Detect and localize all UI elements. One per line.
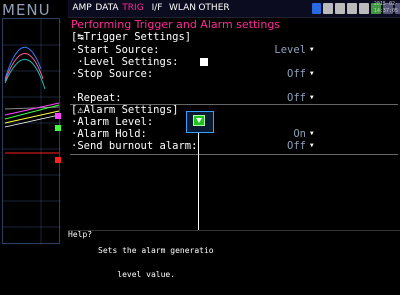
start-source-label: ·Start Source: bbox=[71, 44, 160, 56]
level-settings-label: ·Level Settings: bbox=[71, 56, 179, 68]
alarm-settings-heading: [⚠Alarm Settings] bbox=[71, 104, 179, 116]
card-icon bbox=[359, 3, 369, 14]
chevron-down-icon[interactable]: ▼ bbox=[310, 44, 314, 56]
alarm-level-label: ·Alarm Level: bbox=[71, 116, 154, 128]
arrow-down-icon bbox=[196, 118, 202, 123]
card-icon bbox=[323, 3, 333, 14]
tab-data[interactable]: DATA bbox=[95, 2, 119, 15]
date: 2015-02- bbox=[373, 1, 398, 7]
send-burnout-alarm-label: ·Send burnout alarm: bbox=[71, 140, 198, 152]
page-title: Performing Trigger and Alarm settings bbox=[71, 18, 281, 31]
help-label: Help? bbox=[68, 230, 93, 239]
help-text: Sets the alarm generatio level value. bbox=[98, 231, 214, 295]
alarm-hold-value[interactable]: On bbox=[218, 128, 306, 140]
datetime: 2015-02- 14:37:05 bbox=[374, 1, 398, 15]
card-icon bbox=[335, 3, 345, 14]
chevron-down-icon[interactable]: ▼ bbox=[310, 128, 314, 140]
repeat-value[interactable]: Off bbox=[218, 92, 306, 104]
waveform-preview bbox=[2, 18, 61, 245]
settings-panel: Performing Trigger and Alarm settings [↹… bbox=[68, 18, 400, 230]
waveform-preview-graph bbox=[3, 19, 61, 245]
tab-amp[interactable]: AMP bbox=[72, 2, 92, 15]
help-line-2: level value. bbox=[98, 270, 176, 279]
tab-bar: AMP DATA TRIG I/F WLAN OTHER 2015-02- 14… bbox=[68, 0, 400, 18]
menu-title[interactable]: MENU bbox=[2, 1, 60, 19]
tab-other[interactable]: OTHER bbox=[197, 2, 231, 15]
tab-if[interactable]: I/F bbox=[148, 2, 166, 15]
tab-trig[interactable]: TRIG bbox=[122, 2, 144, 15]
chevron-down-icon[interactable]: ▼ bbox=[310, 140, 314, 152]
wlan-icon bbox=[312, 3, 321, 14]
tab-wlan[interactable]: WLAN bbox=[169, 2, 196, 15]
divider bbox=[70, 154, 398, 155]
chevron-down-icon[interactable]: ▼ bbox=[310, 68, 314, 80]
stop-source-label: ·Stop Source: bbox=[71, 68, 154, 80]
chevron-down-icon[interactable]: ▼ bbox=[310, 92, 314, 104]
left-preview-pane: MENU B bbox=[0, 0, 67, 246]
help-line-1: Sets the alarm generatio bbox=[98, 246, 214, 255]
level-settings-button[interactable] bbox=[200, 58, 208, 66]
trigger-settings-heading: [↹Trigger Settings] bbox=[71, 31, 192, 43]
help-bar: Help? Sets the alarm generatio level val… bbox=[68, 230, 400, 279]
stop-source-value[interactable]: Off bbox=[218, 68, 306, 80]
alarm-level-button[interactable] bbox=[193, 115, 205, 126]
time: 14:37:05 bbox=[373, 8, 398, 14]
alarm-hold-label: ·Alarm Hold: bbox=[71, 128, 147, 140]
send-burnout-alarm-value[interactable]: Off bbox=[218, 140, 306, 152]
repeat-label: ·Repeat: bbox=[71, 92, 122, 104]
start-source-value[interactable]: Level bbox=[218, 44, 306, 56]
card-icon bbox=[347, 3, 357, 14]
